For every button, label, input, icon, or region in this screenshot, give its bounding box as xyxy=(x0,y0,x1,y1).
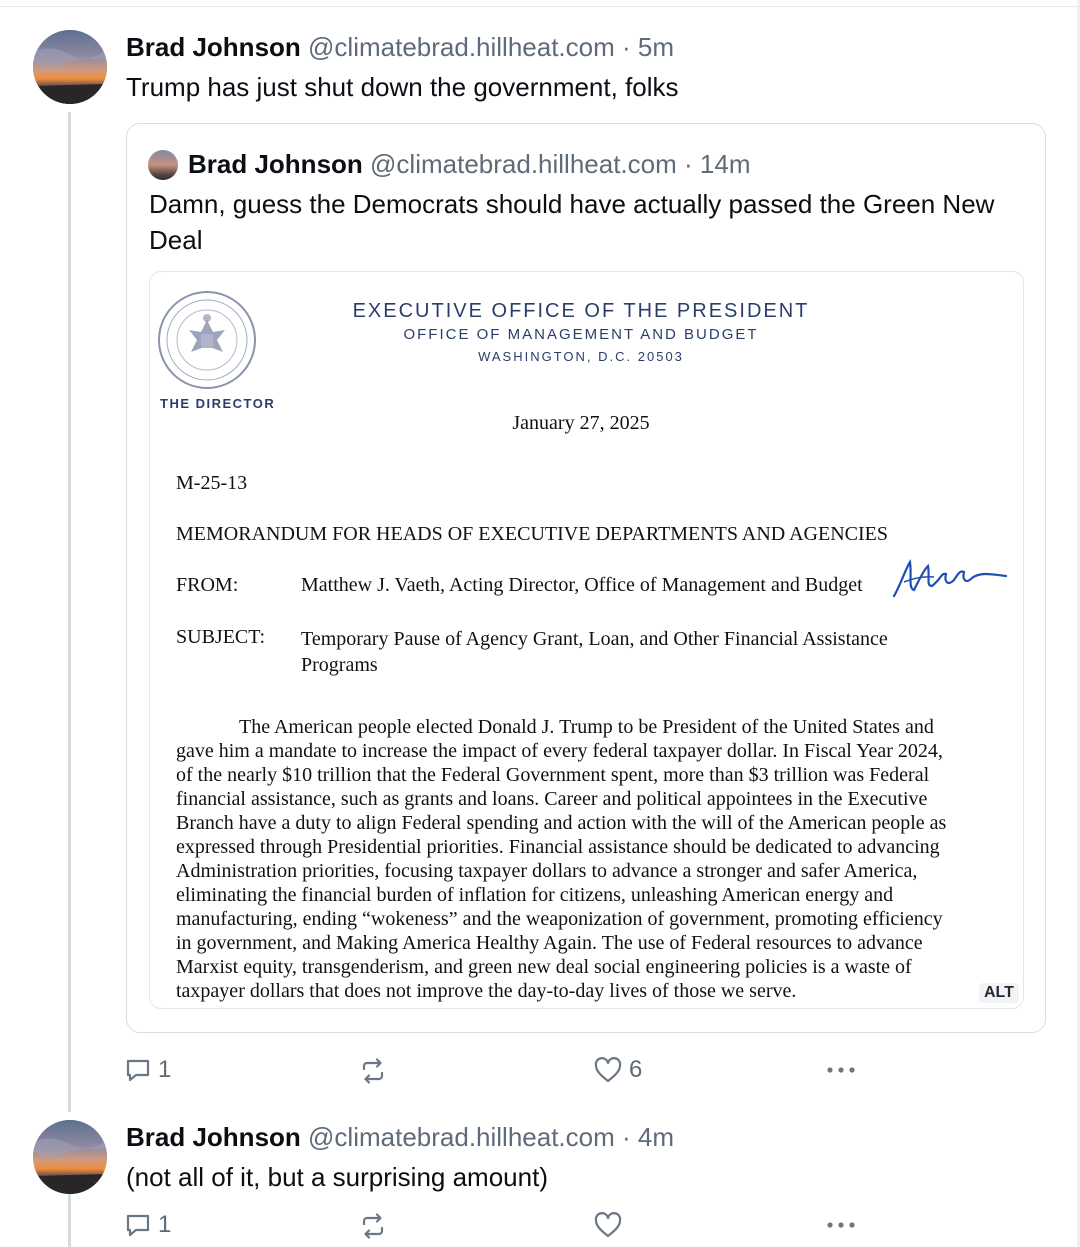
memo-body: The American people elected Donald J. Tr… xyxy=(176,715,946,1003)
from-value: Matthew J. Vaeth, Acting Director, Offic… xyxy=(301,574,863,596)
heart-icon xyxy=(594,1212,622,1238)
quote-header: Brad Johnson @climatebrad.hillheat.com ·… xyxy=(188,148,750,180)
quote-author-name: Brad Johnson xyxy=(188,149,363,179)
ellipsis-icon xyxy=(827,1067,855,1073)
post-header: Brad Johnson @climatebrad.hillheat.com ·… xyxy=(126,1121,674,1153)
post-timestamp[interactable]: · 4m xyxy=(622,1122,674,1152)
memo-body-line: manufacturing, ending “wokeness” and the… xyxy=(176,908,943,930)
memo-body-line: expressed through Presidential prioritie… xyxy=(176,836,940,858)
more-options-button[interactable] xyxy=(825,1058,857,1082)
memo-body-line: Marxist equity, transgenderism, and gree… xyxy=(176,956,912,978)
memo-body-line: of the nearly $10 trillion that the Fede… xyxy=(176,764,930,786)
repost-arrows-icon xyxy=(362,1058,384,1084)
author-handle[interactable]: @climatebrad.hillheat.com xyxy=(308,32,615,62)
post-header: Brad Johnson @climatebrad.hillheat.com ·… xyxy=(126,31,674,63)
avatar[interactable] xyxy=(33,1120,107,1194)
memo-date: January 27, 2025 xyxy=(512,412,650,434)
heart-icon xyxy=(594,1057,622,1083)
memo-body-line: The American people elected Donald J. Tr… xyxy=(239,716,934,738)
divider xyxy=(0,6,1080,7)
quote-text: Damn, guess the Democrats should have ac… xyxy=(149,189,995,255)
quote-avatar xyxy=(148,150,178,180)
memo-body-line: taxpayer dollars that does not improve t… xyxy=(176,980,797,1002)
memo-body-line: Branch have a duty to align Federal spen… xyxy=(176,812,947,834)
quote-author-handle: @climatebrad.hillheat.com xyxy=(370,149,677,179)
memo-body-line: gave him a mandate to increase the impac… xyxy=(176,740,943,762)
speech-bubble-icon xyxy=(126,1059,150,1082)
like-count: 6 xyxy=(629,1056,643,1083)
more-options-button[interactable] xyxy=(825,1213,857,1237)
reply-button[interactable]: 1 xyxy=(124,1056,171,1084)
letterhead-address: WASHINGTON, D.C. 20503 xyxy=(478,349,684,364)
avatar[interactable] xyxy=(33,30,107,104)
director-label: THE DIRECTOR xyxy=(160,396,276,411)
sunset-avatar-image xyxy=(33,1120,107,1194)
post-text: (not all of it, but a surprising amount) xyxy=(126,1162,548,1192)
repost-arrows-icon xyxy=(362,1213,384,1239)
thread-connector xyxy=(68,1194,71,1247)
memo-body-line: eliminating the financial burden of infl… xyxy=(176,884,894,906)
quote-timestamp: · 14m xyxy=(684,149,751,179)
alt-badge[interactable]: ALT xyxy=(979,983,1019,1003)
subject-value: Temporary Pause of Agency Grant, Loan, a… xyxy=(301,628,888,676)
thread-connector xyxy=(68,112,71,1112)
reply-count: 1 xyxy=(158,1056,172,1083)
like-button[interactable] xyxy=(593,1211,623,1239)
ellipsis-icon xyxy=(827,1222,855,1228)
author-name[interactable]: Brad Johnson xyxy=(126,1122,301,1152)
post-timestamp[interactable]: · 5m xyxy=(622,32,674,62)
memo-heading: MEMORANDUM FOR HEADS OF EXECUTIVE DEPART… xyxy=(176,523,889,545)
reply-button[interactable]: 1 xyxy=(124,1211,171,1239)
repost-button[interactable] xyxy=(358,1211,388,1241)
post-text: Trump has just shut down the government,… xyxy=(126,72,679,102)
memo-body-line: in government, and Making America Health… xyxy=(176,932,923,954)
signature-image xyxy=(892,558,1008,598)
reply-count: 1 xyxy=(158,1211,172,1238)
memo-body-line: Administration priorities, focusing taxp… xyxy=(176,860,918,882)
memo-body-line: financial assistance, such as grants and… xyxy=(176,788,928,810)
sunset-avatar-image xyxy=(33,30,107,104)
speech-bubble-icon xyxy=(126,1214,150,1237)
memo-number: M-25-13 xyxy=(176,472,248,494)
letterhead-title: EXECUTIVE OFFICE OF THE PRESIDENT xyxy=(352,300,810,322)
memo-image[interactable]: THE DIRECTOR EXECUTIVE OFFICE OF THE PRE… xyxy=(149,271,1024,1009)
like-button[interactable]: 6 xyxy=(593,1056,642,1084)
letterhead-office: OFFICE OF MANAGEMENT AND BUDGET xyxy=(403,326,759,343)
thread-page: Brad Johnson @climatebrad.hillheat.com ·… xyxy=(0,0,1080,1247)
author-handle[interactable]: @climatebrad.hillheat.com xyxy=(308,1122,615,1152)
author-name[interactable]: Brad Johnson xyxy=(126,32,301,62)
from-label: FROM: xyxy=(176,574,239,596)
subject-label: SUBJECT: xyxy=(176,626,266,648)
repost-button[interactable] xyxy=(358,1056,388,1086)
